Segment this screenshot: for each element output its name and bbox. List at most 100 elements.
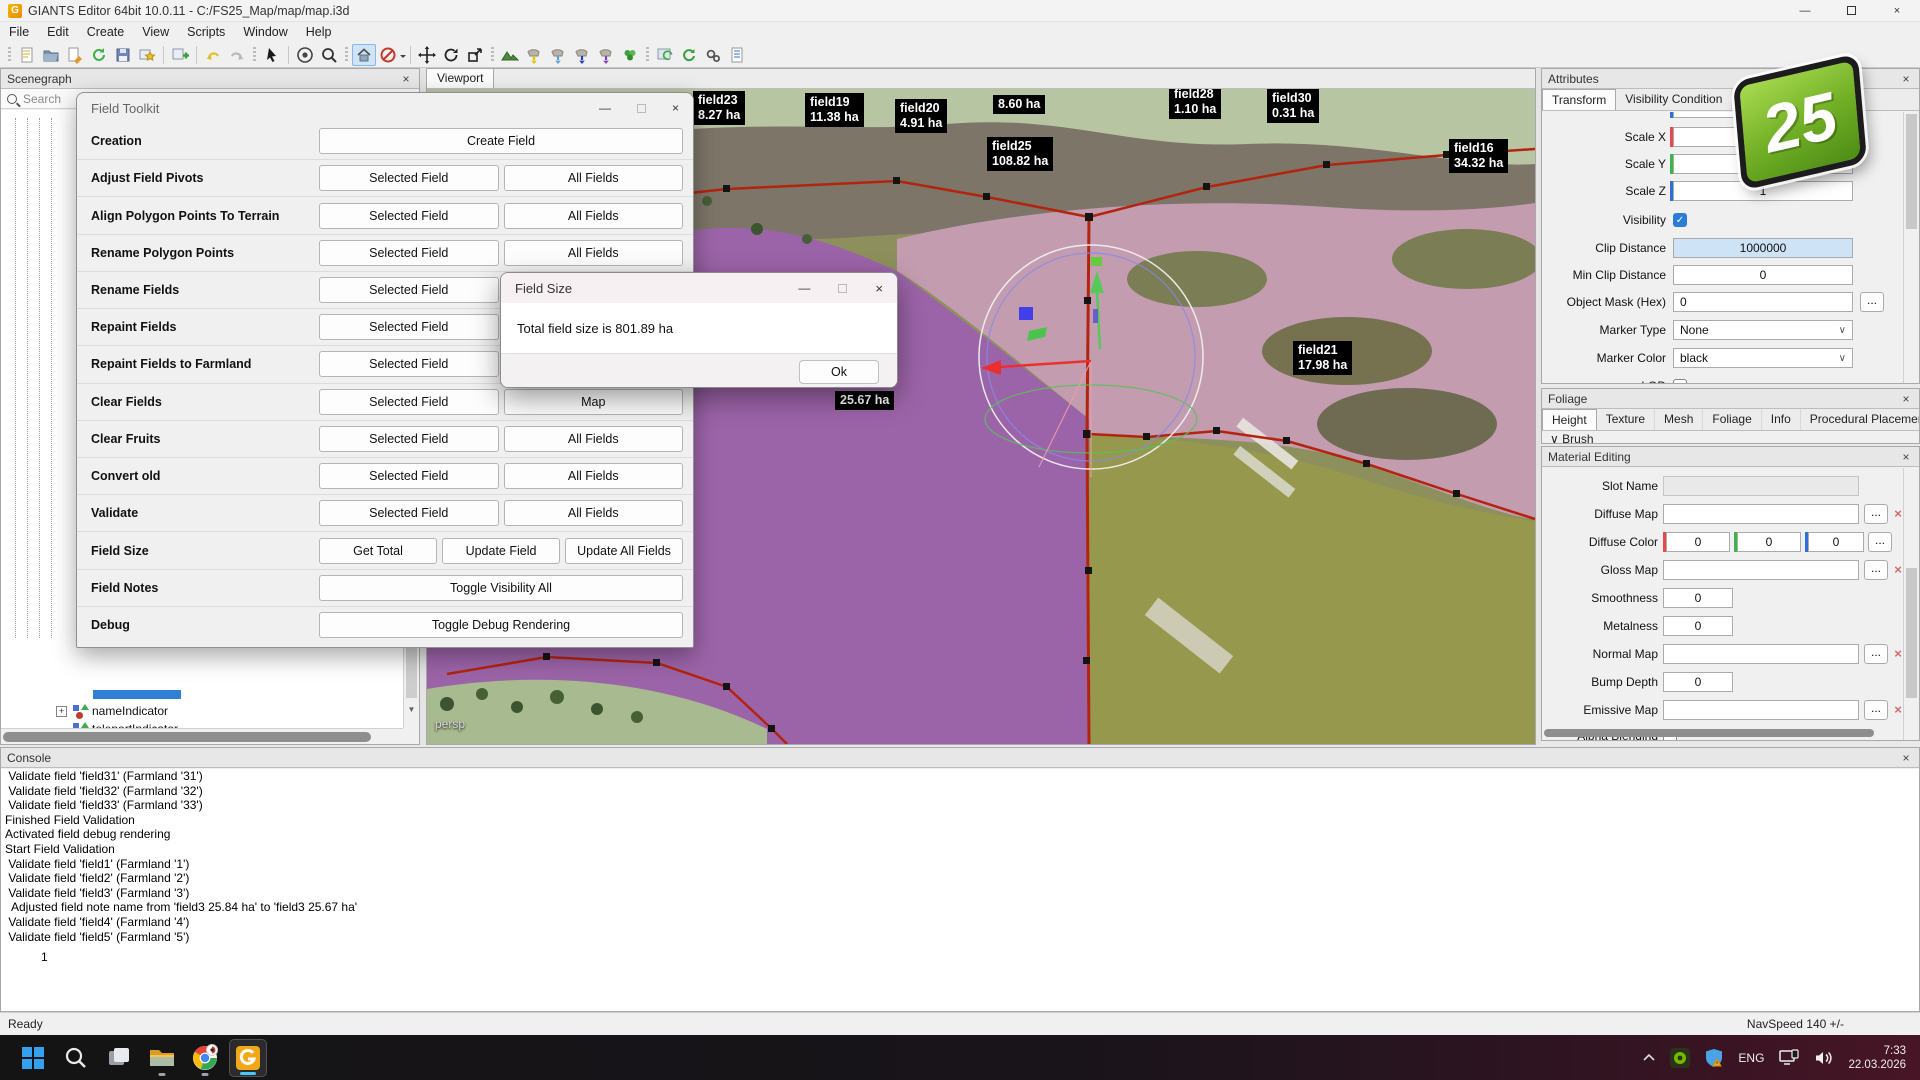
field-notes-toggle-visibility-all-button[interactable]: Toggle Visibility All <box>319 575 683 601</box>
bump-depth-field[interactable]: 0 <box>1663 672 1733 692</box>
emissive-map-field[interactable] <box>1663 700 1859 720</box>
paint-mode-icon[interactable] <box>376 44 400 66</box>
material-editing-header[interactable]: Material Editing × <box>1542 447 1919 467</box>
menu-scripts[interactable]: Scripts <box>178 22 234 42</box>
adjust-field-pivots-selected-field-button[interactable]: Selected Field <box>319 165 499 191</box>
tab-texture[interactable]: Texture <box>1597 409 1655 430</box>
visibility-checkbox[interactable]: ✓ <box>1673 213 1687 227</box>
brush-section[interactable]: ∨ Brush <box>1550 432 1594 444</box>
start-button[interactable] <box>14 1039 52 1077</box>
tab-viewport[interactable]: Viewport <box>427 69 494 88</box>
material-horizontal-scrollbar[interactable] <box>1544 729 1874 737</box>
terrain-paint-brush-icon[interactable] <box>594 44 618 66</box>
rotate-tool-icon[interactable] <box>439 44 463 66</box>
terrain-raise-brush-icon[interactable] <box>522 44 546 66</box>
clear-fields-map-button[interactable]: Map <box>504 389 684 415</box>
metalness-field[interactable]: 0 <box>1663 616 1733 636</box>
zoom-tool-icon[interactable] <box>317 44 341 66</box>
attributes-scrollbar[interactable] <box>1903 112 1919 383</box>
smoothness-field[interactable]: 0 <box>1663 588 1733 608</box>
terrain-smooth-brush-icon[interactable] <box>546 44 570 66</box>
open-file-icon[interactable] <box>39 44 63 66</box>
emissive-map-browse-button[interactable]: ... <box>1864 700 1888 720</box>
normal-map-field[interactable] <box>1663 644 1859 664</box>
clear-fruits-all-fields-button[interactable]: All Fields <box>504 426 684 452</box>
new-scene-icon[interactable] <box>15 44 39 66</box>
close-icon[interactable]: × <box>875 281 883 296</box>
creation-create-field-button[interactable]: Create Field <box>319 128 683 154</box>
diffuse-map-field[interactable] <box>1663 504 1859 524</box>
attributes-header[interactable]: Attributes × <box>1542 69 1919 89</box>
tray-expand-icon[interactable] <box>1642 1052 1656 1064</box>
add-object-icon[interactable] <box>168 44 192 66</box>
settings-gears-icon[interactable] <box>701 44 725 66</box>
scroll-down-icon[interactable]: ▼ <box>404 705 419 714</box>
marker-type-select[interactable]: None∨ <box>1673 320 1853 340</box>
close-icon[interactable]: × <box>672 101 679 115</box>
emissive-map-clear-icon[interactable]: × <box>1890 700 1903 720</box>
file-explorer-button[interactable] <box>143 1039 181 1077</box>
export-icon[interactable] <box>135 44 159 66</box>
diffuse-color-b-field[interactable]: 0 <box>1808 532 1864 552</box>
volume-icon[interactable] <box>1814 1049 1834 1067</box>
convert-old-selected-field-button[interactable]: Selected Field <box>319 463 499 489</box>
rename-polygon-points-selected-field-button[interactable]: Selected Field <box>319 240 499 266</box>
translate-tool-icon[interactable] <box>415 44 439 66</box>
sidebar-item-nameindicator[interactable]: +nameIndicator <box>56 702 168 720</box>
foliage-paint-icon[interactable] <box>618 44 642 66</box>
undo-icon[interactable] <box>201 44 225 66</box>
scrollbar-thumb[interactable] <box>1906 114 1917 229</box>
task-view-button[interactable] <box>100 1039 138 1077</box>
field-size-update-field-button[interactable]: Update Field <box>442 538 560 564</box>
repaint-fields-selected-field-button[interactable]: Selected Field <box>319 314 499 340</box>
minimize-button[interactable]: — <box>1782 0 1828 21</box>
diffuse-map-clear-icon[interactable]: × <box>1890 504 1903 524</box>
field-size-titlebar[interactable]: Field Size — × <box>501 273 897 303</box>
clip-distance-field[interactable]: 1000000 <box>1673 238 1853 258</box>
refresh-scripts-icon[interactable] <box>677 44 701 66</box>
maximize-icon[interactable] <box>637 104 646 113</box>
tab-mesh[interactable]: Mesh <box>1655 409 1703 430</box>
normal-map-browse-button[interactable]: ... <box>1864 644 1888 664</box>
chrome-button[interactable] <box>186 1039 224 1077</box>
tab-foliage[interactable]: Foliage <box>1703 409 1761 430</box>
close-icon[interactable]: × <box>1899 392 1913 406</box>
clear-fields-selected-field-button[interactable]: Selected Field <box>319 389 499 415</box>
object-mask-more-button[interactable]: ... <box>1860 292 1884 312</box>
giants-editor-taskbar-button[interactable] <box>229 1039 267 1077</box>
align-polygon-points-to-terrain-selected-field-button[interactable]: Selected Field <box>319 203 499 229</box>
menu-window[interactable]: Window <box>234 22 296 42</box>
clock[interactable]: 7:33 22.03.2026 <box>1848 1044 1906 1072</box>
diffuse-map-browse-button[interactable]: ... <box>1864 504 1888 524</box>
validate-all-fields-button[interactable]: All Fields <box>504 500 684 526</box>
repaint-fields-to-farmland-selected-field-button[interactable]: Selected Field <box>319 351 499 377</box>
clear-fruits-selected-field-button[interactable]: Selected Field <box>319 426 499 452</box>
terrain-sculpt-icon[interactable] <box>498 44 522 66</box>
toggle-panel-icon[interactable] <box>653 44 677 66</box>
field-toolkit-titlebar[interactable]: Field Toolkit — × <box>77 93 693 123</box>
diffuse-color-r-field[interactable]: 0 <box>1666 532 1730 552</box>
import-icon[interactable] <box>63 44 87 66</box>
gloss-map-browse-button[interactable]: ... <box>1864 560 1888 580</box>
gloss-map-clear-icon[interactable]: × <box>1890 560 1903 580</box>
lod-checkbox[interactable] <box>1673 379 1687 383</box>
marker-color-select[interactable]: black∨ <box>1673 348 1853 368</box>
console-input[interactable]: 1 <box>1 950 1919 964</box>
debug-toggle-debug-rendering-button[interactable]: Toggle Debug Rendering <box>319 612 683 638</box>
save-icon[interactable] <box>111 44 135 66</box>
normal-map-clear-icon[interactable]: × <box>1890 644 1903 664</box>
redo-icon[interactable] <box>225 44 249 66</box>
menu-file[interactable]: File <box>0 22 38 42</box>
close-icon[interactable]: × <box>1899 450 1913 464</box>
selected-tree-item-partial[interactable] <box>93 690 181 699</box>
select-tool-icon[interactable] <box>260 44 284 66</box>
console-header[interactable]: Console × <box>1 748 1919 768</box>
object-mask-field[interactable]: 0 <box>1673 292 1853 312</box>
taskbar-search-button[interactable] <box>57 1039 95 1077</box>
script-editor-icon[interactable] <box>725 44 749 66</box>
language-indicator[interactable]: ENG <box>1738 1051 1764 1065</box>
nvidia-tray-icon[interactable] <box>1670 1048 1690 1068</box>
render-eye-icon[interactable] <box>293 44 317 66</box>
scrollbar-thumb[interactable] <box>3 732 371 742</box>
material-scrollbar[interactable] <box>1903 468 1919 740</box>
